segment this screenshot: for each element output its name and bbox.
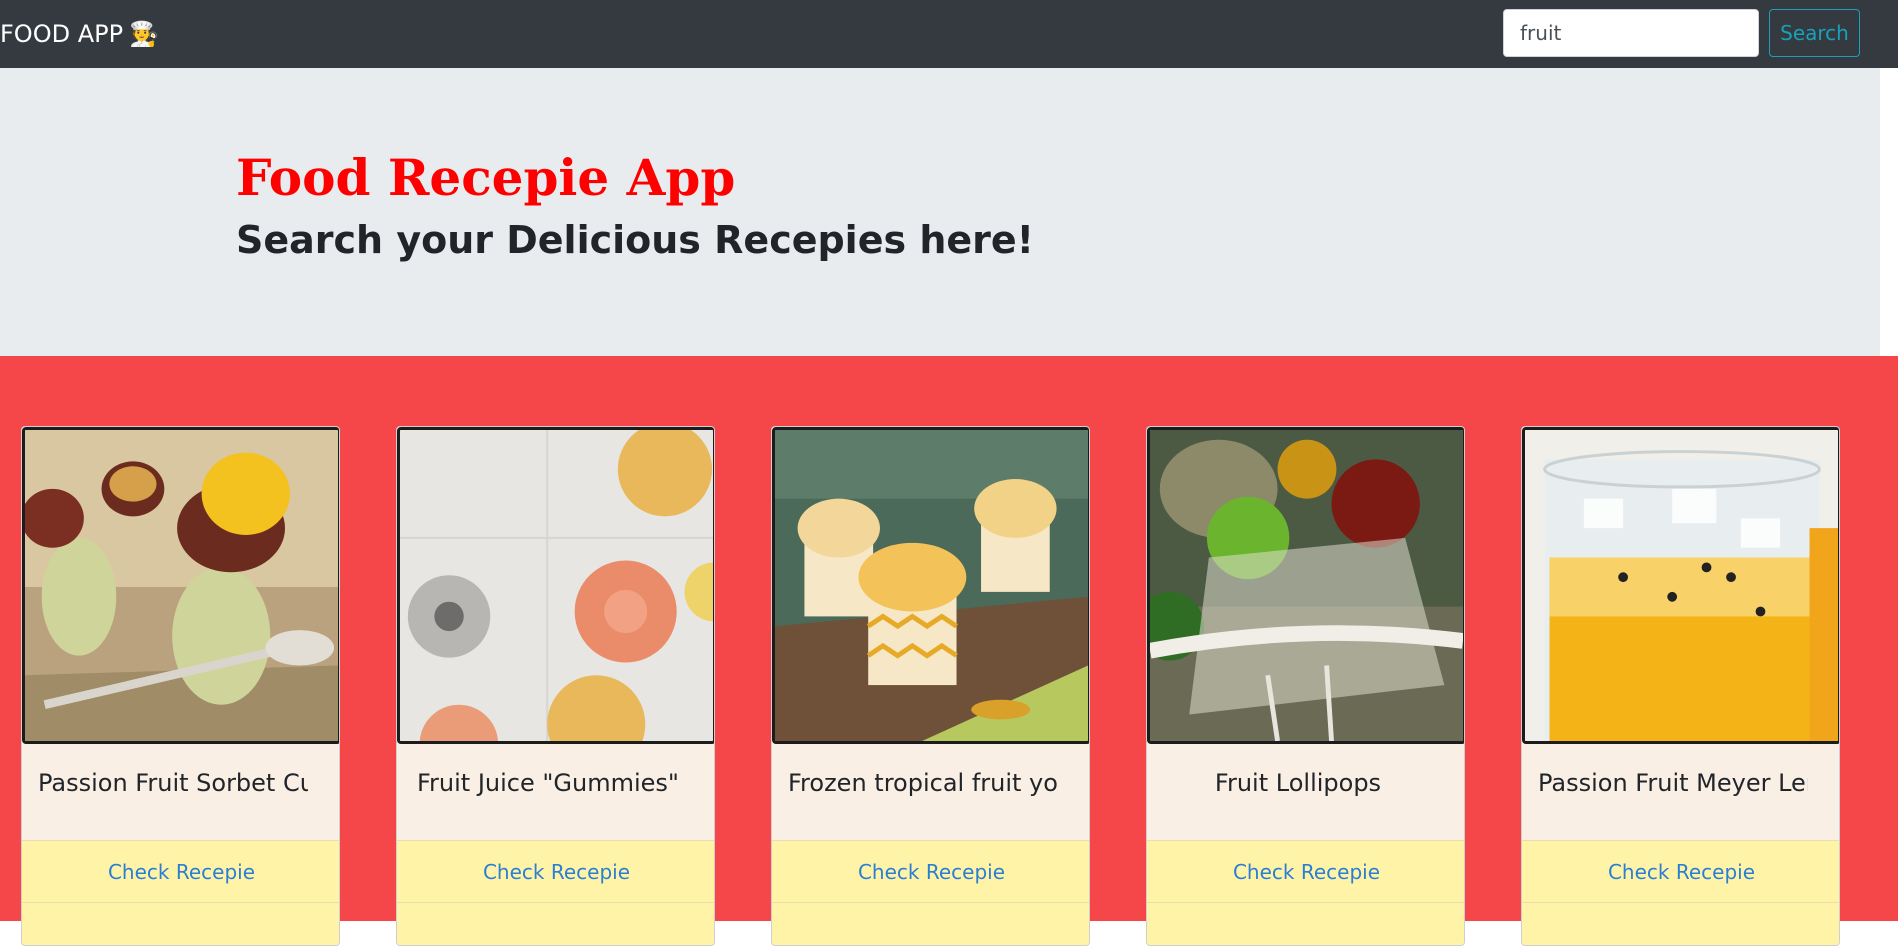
card-footer: Check Recepie (772, 840, 1089, 903)
card-footer-rest (1147, 903, 1464, 945)
recipe-card: Passion Fruit Meyer Lemonade Check Recep… (1521, 426, 1840, 946)
card-footer-rest (1522, 903, 1839, 945)
recipe-title: Passion Fruit Meyer Lemonade (1538, 769, 1808, 797)
recipe-image (1522, 427, 1839, 744)
navbar: FOOD APP🧑‍🍳 Search (0, 0, 1898, 68)
brand-label[interactable]: FOOD APP (0, 20, 123, 48)
brand-logo[interactable]: FOOD APP 🧑‍🍳 (0, 0, 159, 68)
check-recipe-link[interactable]: Check Recepie (1233, 860, 1380, 884)
results-grid: Passion Fruit Sorbet Cups Check Recepie … (0, 356, 1898, 946)
recipe-image (22, 427, 339, 744)
recipe-title: Fruit Juice "Gummies" (417, 769, 679, 797)
recipe-image (1147, 427, 1464, 744)
check-recipe-link[interactable]: Check Recepie (858, 860, 1005, 884)
page-subtitle: Search your Delicious Recepies here! (236, 218, 1034, 262)
card-footer: Check Recepie (1522, 840, 1839, 903)
page-edge (1880, 68, 1898, 396)
check-recipe-link[interactable]: Check Recepie (483, 860, 630, 884)
recipe-title: Frozen tropical fruit yogurt (788, 769, 1058, 797)
search-button[interactable]: Search (1769, 9, 1860, 57)
recipe-card: Fruit Juice "Gummies" Check Recepie (396, 426, 715, 946)
chef-icon: 🧑‍🍳 (129, 20, 159, 48)
card-footer: Check Recepie (397, 840, 714, 903)
check-recipe-link[interactable]: Check Recepie (108, 860, 255, 884)
search-input[interactable] (1503, 9, 1759, 57)
recipe-card: Frozen tropical fruit yogurt Check Recep… (771, 426, 1090, 946)
page-title: Food Recepie App (236, 148, 736, 207)
card-footer-rest (772, 903, 1089, 945)
recipe-card: Passion Fruit Sorbet Cups Check Recepie (21, 426, 340, 946)
recipe-image (397, 427, 714, 744)
hero-section: Food Recepie App Search your Delicious R… (0, 68, 1880, 356)
recipe-title: Passion Fruit Sorbet Cups (38, 769, 308, 797)
recipe-title: Fruit Lollipops (1214, 769, 1382, 797)
check-recipe-link[interactable]: Check Recepie (1608, 860, 1755, 884)
card-footer: Check Recepie (1147, 840, 1464, 903)
card-footer-rest (22, 903, 339, 945)
recipe-image (772, 427, 1089, 744)
card-footer: Check Recepie (22, 840, 339, 903)
recipe-card: Fruit Lollipops Check Recepie (1146, 426, 1465, 946)
card-footer-rest (397, 903, 714, 945)
